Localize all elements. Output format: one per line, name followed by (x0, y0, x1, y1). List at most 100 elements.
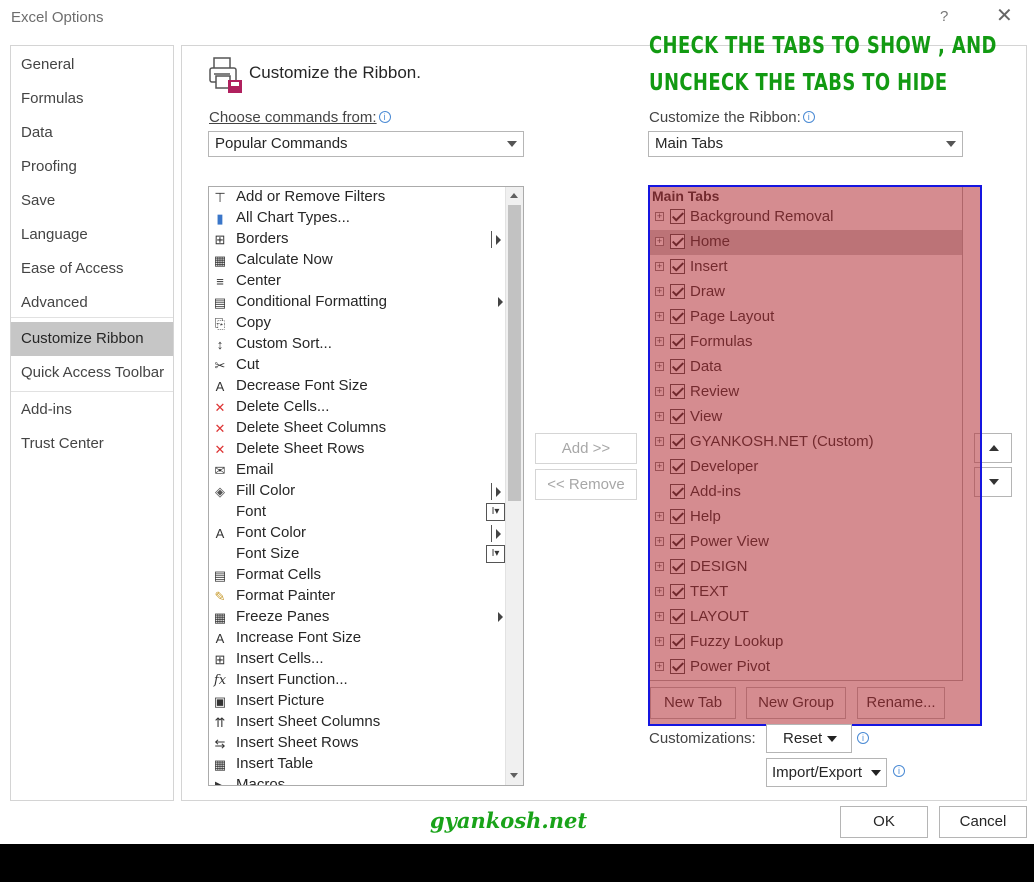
expand-icon[interactable]: + (655, 212, 664, 221)
tab-row[interactable]: + Formulas (650, 330, 962, 355)
tab-checkbox[interactable] (670, 484, 685, 499)
commands-scrollbar[interactable] (505, 187, 523, 785)
nav-item-ease-of-access[interactable]: Ease of Access (11, 252, 173, 286)
nav-item-customize-ribbon[interactable]: Customize Ribbon (11, 322, 173, 356)
tab-row[interactable]: + Fuzzy Lookup (650, 630, 962, 655)
nav-item-general[interactable]: General (11, 48, 173, 82)
tab-checkbox[interactable] (670, 334, 685, 349)
main-tabs-tree[interactable]: Main Tabs + Background Removal + Home + Inser… (649, 186, 963, 681)
close-icon[interactable]: ✕ (996, 6, 1013, 26)
command-item[interactable]: ▤ Format Cells (209, 565, 505, 586)
tab-checkbox[interactable] (670, 634, 685, 649)
command-item[interactable]: ≡ Center (209, 271, 505, 292)
command-item[interactable]: ↕ Custom Sort... (209, 334, 505, 355)
nav-item-language[interactable]: Language (11, 218, 173, 252)
command-item[interactable]: ⊞ Insert Cells... (209, 649, 505, 670)
command-item[interactable]: ⇆ Insert Sheet Rows (209, 733, 505, 754)
expand-icon[interactable]: + (655, 237, 664, 246)
expand-icon[interactable]: + (655, 387, 664, 396)
expand-icon[interactable]: + (655, 437, 664, 446)
tab-row[interactable]: + View (650, 405, 962, 430)
tab-row[interactable]: + Home (650, 230, 962, 255)
expand-icon[interactable]: + (655, 262, 664, 271)
nav-item-proofing[interactable]: Proofing (11, 150, 173, 184)
tab-checkbox[interactable] (670, 409, 685, 424)
nav-item-formulas[interactable]: Formulas (11, 82, 173, 116)
tab-row[interactable]: + DESIGN (650, 555, 962, 580)
tab-checkbox[interactable] (670, 209, 685, 224)
tab-checkbox[interactable] (670, 234, 685, 249)
command-item[interactable]: ⊞ Borders (209, 229, 505, 250)
rename-button[interactable]: Rename... (857, 687, 945, 719)
command-item[interactable]: fx Insert Function... (209, 670, 505, 691)
remove-button[interactable]: << Remove (535, 469, 637, 500)
tab-checkbox[interactable] (670, 534, 685, 549)
expand-icon[interactable]: + (655, 362, 664, 371)
tab-checkbox[interactable] (670, 559, 685, 574)
help-icon[interactable]: ? (940, 8, 948, 25)
tab-checkbox[interactable] (670, 659, 685, 674)
nav-item-save[interactable]: Save (11, 184, 173, 218)
expand-icon[interactable]: + (655, 462, 664, 471)
command-item[interactable]: ✕ Delete Sheet Rows (209, 439, 505, 460)
tab-checkbox[interactable] (670, 284, 685, 299)
tab-row[interactable]: + GYANKOSH.NET (Custom) (650, 430, 962, 455)
tab-checkbox[interactable] (670, 309, 685, 324)
command-item[interactable]: ▦ Calculate Now (209, 250, 505, 271)
tab-row[interactable]: Add-ins (650, 480, 962, 505)
command-item[interactable]: ▦ Freeze Panes (209, 607, 505, 628)
tab-row[interactable]: + Draw (650, 280, 962, 305)
command-item[interactable]: Font Size I▾ (209, 544, 505, 565)
tab-row[interactable]: + Help (650, 505, 962, 530)
command-item[interactable]: ⊤ Add or Remove Filters (209, 187, 505, 208)
choose-commands-dropdown[interactable]: Popular Commands (208, 131, 524, 157)
reset-button[interactable]: Reset (766, 724, 852, 753)
nav-item-advanced[interactable]: Advanced (11, 286, 173, 320)
expand-icon[interactable]: + (655, 412, 664, 421)
command-item[interactable]: ▦ Insert Table (209, 754, 505, 775)
tab-row[interactable]: + LAYOUT (650, 605, 962, 630)
add-button[interactable]: Add >> (535, 433, 637, 464)
tab-row[interactable]: + Power Pivot (650, 655, 962, 680)
tab-row[interactable]: + Background Removal (650, 205, 962, 230)
ok-button[interactable]: OK (840, 806, 928, 838)
expand-icon[interactable]: + (655, 537, 664, 546)
expand-icon[interactable]: + (655, 662, 664, 671)
tab-row[interactable]: + Page Layout (650, 305, 962, 330)
tab-checkbox[interactable] (670, 509, 685, 524)
command-item[interactable]: ✕ Delete Sheet Columns (209, 418, 505, 439)
import-export-button[interactable]: Import/Export (766, 758, 887, 787)
nav-item-add-ins[interactable]: Add-ins (11, 393, 173, 427)
command-item[interactable]: ✕ Delete Cells... (209, 397, 505, 418)
command-item[interactable]: A Font Color (209, 523, 505, 544)
tab-row[interactable]: + Data (650, 355, 962, 380)
command-item[interactable]: ⇈ Insert Sheet Columns (209, 712, 505, 733)
command-item[interactable]: ◈ Fill Color (209, 481, 505, 502)
command-item[interactable]: ▶ Macros (209, 775, 505, 785)
tab-row[interactable]: + TEXT (650, 580, 962, 605)
expand-icon[interactable]: + (655, 637, 664, 646)
tab-row[interactable]: + Insert (650, 255, 962, 280)
tab-checkbox[interactable] (670, 359, 685, 374)
expand-icon[interactable]: + (655, 612, 664, 621)
commands-list[interactable]: ⊤ Add or Remove Filters ▮ All Chart Types..… (208, 186, 524, 786)
tab-checkbox[interactable] (670, 434, 685, 449)
tab-checkbox[interactable] (670, 609, 685, 624)
new-group-button[interactable]: New Group (746, 687, 846, 719)
command-item[interactable]: ▤ Conditional Formatting (209, 292, 505, 313)
tab-row[interactable]: + Review (650, 380, 962, 405)
command-item[interactable]: A Decrease Font Size (209, 376, 505, 397)
tab-checkbox[interactable] (670, 459, 685, 474)
move-up-button[interactable] (974, 433, 1012, 463)
tab-checkbox[interactable] (670, 384, 685, 399)
command-item[interactable]: ✉ Email (209, 460, 505, 481)
scroll-thumb[interactable] (508, 205, 521, 501)
move-down-button[interactable] (974, 467, 1012, 497)
command-item[interactable]: ✂ Cut (209, 355, 505, 376)
expand-icon[interactable]: + (655, 587, 664, 596)
tab-row[interactable]: + Power View (650, 530, 962, 555)
scroll-up-icon[interactable] (506, 187, 523, 204)
nav-item-data[interactable]: Data (11, 116, 173, 150)
nav-item-quick-access-toolbar[interactable]: Quick Access Toolbar (11, 356, 173, 390)
scroll-down-icon[interactable] (506, 767, 523, 784)
